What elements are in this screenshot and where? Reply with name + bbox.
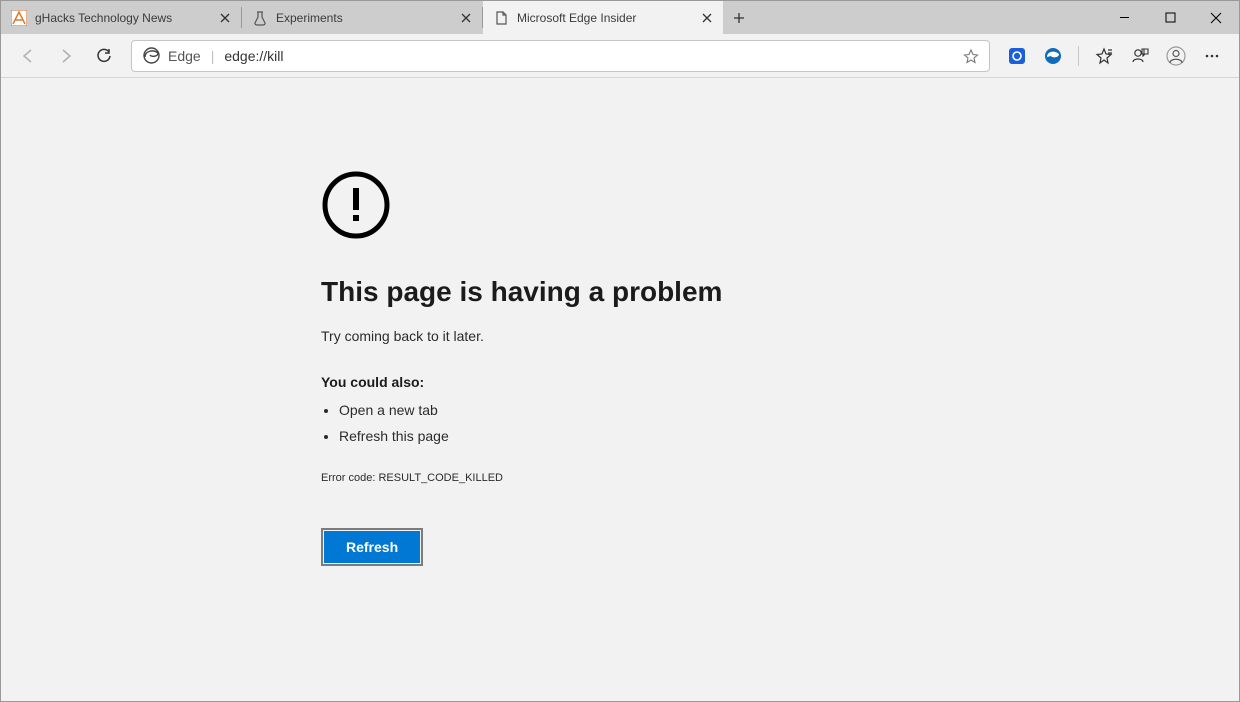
error-code: Error code: RESULT_CODE_KILLED (321, 472, 921, 484)
error-suggestions: Open a new tab Refresh this page (321, 402, 921, 444)
favorite-star-icon[interactable] (959, 48, 983, 64)
extension-edge-icon[interactable] (1036, 40, 1070, 72)
new-tab-button[interactable] (723, 1, 755, 34)
tab-ghacks[interactable]: gHacks Technology News (1, 1, 241, 34)
omnibox-brand-label: Edge (168, 48, 201, 64)
refresh-button[interactable] (87, 40, 121, 72)
page-refresh-button[interactable]: Refresh (324, 531, 420, 563)
refresh-button-wrap: Refresh (321, 528, 423, 566)
close-icon[interactable] (458, 10, 474, 26)
tab-experiments[interactable]: Experiments (242, 1, 482, 34)
favorites-button[interactable] (1087, 40, 1121, 72)
toolbar-separator (1078, 46, 1079, 66)
error-subtitle: Try coming back to it later. (321, 328, 921, 344)
menu-button[interactable] (1195, 40, 1229, 72)
tab-strip: gHacks Technology News Experiments Micro… (1, 1, 1239, 34)
close-icon[interactable] (699, 10, 715, 26)
extension-camera-icon[interactable] (1000, 40, 1034, 72)
could-also-label: You could also: (321, 374, 921, 390)
minimize-button[interactable] (1101, 1, 1147, 34)
back-button[interactable] (11, 40, 45, 72)
page-icon (493, 10, 509, 26)
omnibox-separator: | (211, 48, 215, 64)
error-page: This page is having a problem Try coming… (321, 170, 921, 566)
suggestion-item: Open a new tab (339, 402, 921, 418)
edge-logo-icon (142, 47, 160, 65)
window-controls (1101, 1, 1239, 34)
feedback-button[interactable] (1123, 40, 1157, 72)
tab-title: Experiments (276, 11, 458, 25)
page-content: This page is having a problem Try coming… (1, 78, 1239, 701)
toolbar-right (1000, 40, 1229, 72)
close-icon[interactable] (217, 10, 233, 26)
forward-button[interactable] (49, 40, 83, 72)
address-bar[interactable]: Edge | edge://kill (131, 40, 990, 72)
omnibox-url: edge://kill (224, 48, 959, 64)
tab-title: gHacks Technology News (35, 11, 217, 25)
profile-button[interactable] (1159, 40, 1193, 72)
error-icon (321, 170, 921, 240)
error-title: This page is having a problem (321, 276, 921, 308)
close-window-button[interactable] (1193, 1, 1239, 34)
toolbar: Edge | edge://kill (1, 34, 1239, 78)
flask-icon (252, 10, 268, 26)
maximize-button[interactable] (1147, 1, 1193, 34)
suggestion-item: Refresh this page (339, 428, 921, 444)
tab-title: Microsoft Edge Insider (517, 11, 699, 25)
ghacks-icon (11, 10, 27, 26)
tab-edge-insider[interactable]: Microsoft Edge Insider (483, 1, 723, 34)
